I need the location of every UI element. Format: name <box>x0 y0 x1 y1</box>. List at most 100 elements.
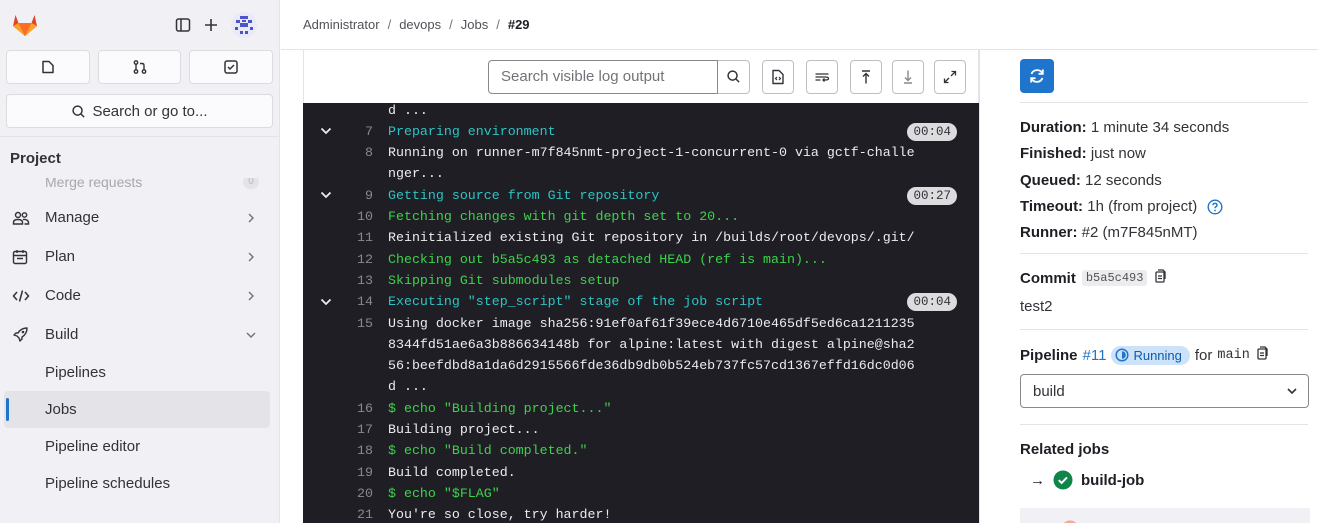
log-section-header[interactable]: 7 Preparing environment 00:04 <box>303 121 979 142</box>
sidebar-item-pipeline-schedules[interactable]: Pipeline schedules <box>0 465 279 502</box>
gitlab-logo-icon[interactable] <box>10 10 40 40</box>
section-duration-badge: 00:27 <box>907 186 957 205</box>
log-text: $ echo "$FLAG" <box>388 485 500 501</box>
sidebar-item-pipeline-editor[interactable]: Pipeline editor <box>0 428 279 465</box>
line-number[interactable]: 16 <box>339 398 373 419</box>
chevron-right-icon <box>245 251 257 263</box>
line-number[interactable]: 14 <box>339 291 373 312</box>
log-text: Skipping Git submodules setup <box>388 272 620 288</box>
log-line: d ... <box>303 376 979 397</box>
chevron-right-icon <box>245 212 257 224</box>
log-section-header[interactable]: 9 Getting source from Git repository 00:27 <box>303 185 979 206</box>
commit-label: Commit <box>1020 269 1076 287</box>
log-line: 16 $ echo "Building project..." <box>303 398 979 419</box>
commit-sha-link[interactable]: b5a5c493 <box>1081 270 1148 286</box>
show-raw-button[interactable] <box>762 59 794 94</box>
breadcrumb-separator: / <box>449 17 453 32</box>
sidebar-item-merge-requests[interactable]: Merge requests 0 <box>0 178 279 198</box>
log-search <box>488 59 750 94</box>
log-text: Executing "step_script" stage of the job… <box>388 294 764 310</box>
breadcrumb-item[interactable]: Administrator <box>303 17 380 32</box>
commit-message[interactable]: test2 <box>1020 298 1308 315</box>
log-search-input[interactable] <box>488 59 718 94</box>
related-job-next[interactable] <box>1020 508 1310 523</box>
section-title: Project <box>0 136 279 178</box>
runner-row: Runner: #2 (m7F845nMT) <box>1020 220 1308 246</box>
log-line: 56:beefdbd8a1da6d2915566fde36db9db0b524e… <box>303 355 979 376</box>
log-text: Checking out b5a5c493 as detached HEAD (… <box>388 251 827 267</box>
log-text: Running on runner-m7f845nmt-project-1-co… <box>388 145 915 161</box>
users-icon <box>12 210 34 226</box>
sidebar-item-label: Manage <box>45 209 100 226</box>
line-number[interactable]: 21 <box>339 504 373 523</box>
pipeline-link[interactable]: #11 <box>1083 347 1107 364</box>
todo-button[interactable] <box>189 50 274 84</box>
line-number[interactable]: 13 <box>339 270 373 291</box>
line-number[interactable]: 17 <box>339 419 373 440</box>
line-number[interactable]: 19 <box>339 462 373 483</box>
chevron-down-icon[interactable] <box>319 291 333 312</box>
sidebar-item-plan[interactable]: Plan <box>0 237 279 276</box>
merge-requests-button[interactable] <box>97 50 182 84</box>
line-number[interactable]: 10 <box>339 206 373 227</box>
code-icon <box>12 288 34 304</box>
scroll-bottom-button[interactable] <box>892 59 924 94</box>
text-wrap-icon <box>815 72 830 82</box>
log-section-header[interactable]: 14 Executing "step_script" stage of the j… <box>303 291 979 312</box>
log-line: 8 Running on runner-m7f845nmt-project-1-c… <box>303 142 979 163</box>
log-line: 11 Reinitialized existing Git repository … <box>303 227 979 248</box>
plus-icon[interactable] <box>203 17 219 33</box>
wrap-lines-button[interactable] <box>806 59 838 94</box>
line-number[interactable]: 11 <box>339 227 373 248</box>
line-number[interactable]: 9 <box>339 185 373 206</box>
sidebar-item-build[interactable]: Build <box>0 315 279 354</box>
breadcrumb-current[interactable]: #29 <box>508 17 530 32</box>
line-number[interactable]: 8 <box>339 142 373 163</box>
line-number[interactable]: 20 <box>339 483 373 504</box>
search-or-go-button[interactable]: Search or go to... <box>6 94 273 128</box>
chevron-down-icon[interactable] <box>319 121 333 142</box>
retry-icon <box>1030 69 1044 83</box>
line-number[interactable]: 15 <box>339 313 373 334</box>
sidebar-item-code[interactable]: Code <box>0 276 279 315</box>
line-number[interactable]: 18 <box>339 440 373 461</box>
section-duration-badge: 00:04 <box>907 293 957 312</box>
copy-icon[interactable] <box>1255 345 1269 365</box>
related-job-name: build-job <box>1081 471 1145 489</box>
duration-row: Duration: 1 minute 34 seconds <box>1020 115 1308 141</box>
issues-button[interactable] <box>6 50 90 84</box>
stage-dropdown[interactable]: build <box>1020 374 1309 408</box>
pipeline-row: Pipeline #11 Running for main <box>1020 345 1308 365</box>
fullscreen-button[interactable] <box>934 59 966 94</box>
breadcrumb-item[interactable]: Jobs <box>461 17 488 32</box>
line-number[interactable]: 12 <box>339 249 373 270</box>
sidebar-item-manage[interactable]: Manage <box>0 198 279 237</box>
queued-row: Queued: 12 seconds <box>1020 168 1308 194</box>
avatar[interactable] <box>231 12 257 38</box>
finished-row: Finished: just now <box>1020 141 1308 167</box>
related-job-item[interactable]: → build-job <box>1020 470 1308 490</box>
pipeline-label: Pipeline <box>1020 346 1078 364</box>
runner-label: Runner: <box>1020 224 1078 242</box>
chevron-down-icon[interactable] <box>319 185 333 206</box>
copy-icon[interactable] <box>1153 268 1167 288</box>
issues-icon <box>42 60 54 74</box>
quick-actions <box>0 50 279 84</box>
status-badge[interactable]: Running <box>1111 345 1190 365</box>
sidebar-item-jobs[interactable]: Jobs <box>4 391 270 428</box>
log-text: Getting source from Git repository <box>388 187 660 203</box>
ref-link[interactable]: main <box>1217 348 1249 363</box>
scroll-top-button[interactable] <box>850 59 882 94</box>
breadcrumb-item[interactable]: devops <box>399 17 441 32</box>
toggle-sidebar-icon[interactable] <box>175 17 191 33</box>
log-line: 15 Using docker image sha256:91ef0af61f39… <box>303 313 979 334</box>
line-number[interactable]: 7 <box>339 121 373 142</box>
related-jobs-section: Related jobs → build-job <box>1020 424 1308 490</box>
sidebar-item-pipelines[interactable]: Pipelines <box>0 354 279 391</box>
log-line: 13 Skipping Git submodules setup <box>303 270 979 291</box>
log-text: Fetching changes with git depth set to 2… <box>388 209 740 224</box>
log-search-button[interactable] <box>718 59 750 94</box>
retry-job-button[interactable] <box>1020 59 1054 93</box>
question-icon[interactable] <box>1207 199 1223 215</box>
duration-value: 1 minute 34 seconds <box>1090 119 1230 136</box>
